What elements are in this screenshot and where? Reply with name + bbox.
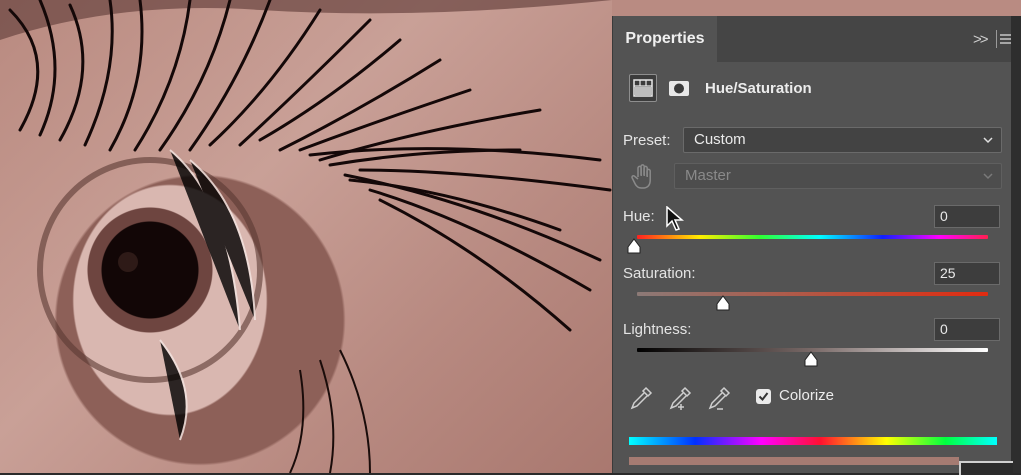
layer-mask-icon[interactable] — [665, 74, 693, 102]
preset-dropdown[interactable]: Custom — [683, 127, 1002, 153]
canvas-top-strip — [612, 0, 1021, 16]
adjustment-title: Hue/Saturation — [705, 80, 812, 97]
channel-value: Master — [685, 167, 731, 184]
hue-saturation-adjustment-icon[interactable] — [629, 74, 657, 102]
saturation-label: Saturation: — [623, 265, 696, 282]
double-chevron-right-icon[interactable]: >> — [973, 31, 988, 48]
lightness-input[interactable]: 0 — [934, 318, 1000, 341]
document-canvas[interactable] — [0, 0, 612, 473]
result-color-bar — [629, 457, 959, 465]
hue-slider-track[interactable] — [637, 235, 988, 239]
colorize-checkbox[interactable] — [756, 389, 771, 404]
saturation-slider-thumb[interactable] — [715, 295, 731, 311]
photo-eye-image — [0, 0, 612, 473]
chevron-down-icon — [983, 137, 993, 144]
channel-dropdown: Master — [674, 163, 1002, 189]
tab-properties[interactable]: Properties — [613, 16, 717, 62]
eyedropper-icon[interactable] — [627, 384, 655, 412]
eyedropper-minus-icon[interactable] — [705, 384, 733, 412]
preset-value: Custom — [694, 131, 746, 148]
mouse-cursor-icon — [666, 206, 684, 231]
lightness-label: Lightness: — [623, 321, 692, 338]
saturation-slider-track[interactable] — [637, 292, 988, 296]
lightness-slider-thumb[interactable] — [803, 351, 819, 367]
hue-input[interactable]: 0 — [934, 205, 1000, 228]
hand-pointer-icon[interactable] — [629, 163, 655, 191]
saturation-input[interactable]: 25 — [934, 262, 1000, 285]
properties-panel: Properties >> Hue/Saturation Preset: Cus… — [612, 16, 1013, 475]
panel-right-edge — [1010, 16, 1021, 473]
checkmark-icon — [758, 392, 769, 402]
eyedropper-plus-icon[interactable] — [666, 384, 694, 412]
hue-slider-thumb[interactable] — [626, 238, 642, 254]
hue-spectrum-bar — [629, 437, 997, 445]
hue-label: Hue: — [623, 208, 655, 225]
colorize-label: Colorize — [779, 387, 835, 404]
preset-label: Preset: — [623, 132, 671, 149]
chevron-down-icon — [983, 173, 993, 180]
panel-tab-bar: Properties >> — [613, 16, 1011, 62]
hamburger-menu-icon[interactable] — [997, 30, 1011, 48]
